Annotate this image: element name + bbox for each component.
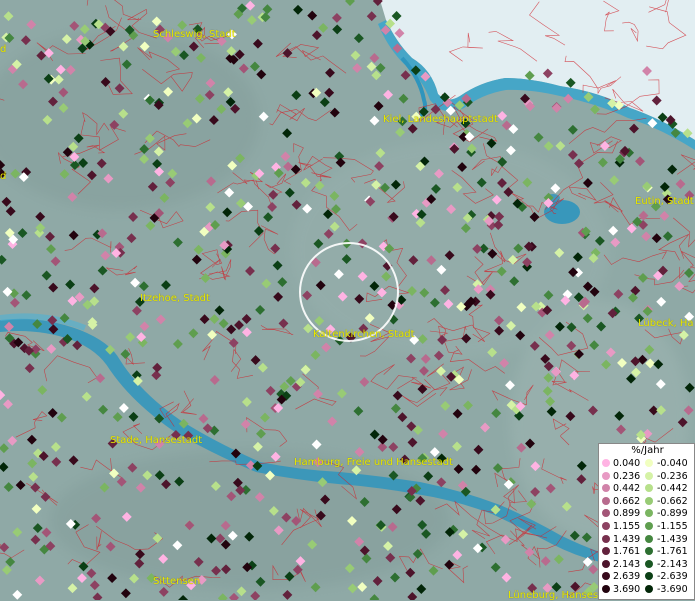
legend-row: 0.040 -0.040 xyxy=(599,458,695,469)
legend: %/Jahr 0.040 -0.040 0.236 -0.236 0.442 -0.442… xyxy=(598,443,695,600)
legend-row: 0.236 -0.236 xyxy=(599,471,695,482)
legend-value-positive: 0.236 xyxy=(613,470,641,482)
city-label: Schleswig, Stadt xyxy=(153,29,236,40)
legend-value-positive: 3.690 xyxy=(613,584,641,595)
legend-value-negative: -3.690 xyxy=(657,584,688,595)
legend-value-negative: -0.040 xyxy=(657,458,688,469)
city-label: d xyxy=(0,44,7,55)
legend-swatch-positive xyxy=(602,484,610,493)
legend-swatch-negative xyxy=(645,547,653,556)
legend-swatch-negative xyxy=(645,484,653,493)
legend-swatch-negative xyxy=(645,509,653,518)
legend-row: 3.690 -3.690 xyxy=(599,584,695,595)
legend-swatch-negative xyxy=(645,585,653,593)
city-label: Stade, Hansestadt xyxy=(110,435,203,446)
legend-swatch-negative xyxy=(645,496,653,505)
legend-swatch-positive xyxy=(602,547,610,556)
legend-value-positive: 0.040 xyxy=(613,458,641,469)
legend-swatch-positive xyxy=(602,572,610,581)
city-label: Lüneburg, Hanses xyxy=(508,590,599,601)
legend-value-negative: -2.639 xyxy=(657,571,688,583)
legend-value-positive: 1.761 xyxy=(613,546,641,558)
legend-swatch-positive xyxy=(602,522,610,530)
legend-value-positive: 1.439 xyxy=(613,533,641,545)
legend-value-positive: 0.442 xyxy=(613,483,641,495)
legend-value-positive: 1.155 xyxy=(613,521,641,532)
legend-value-positive: 2.143 xyxy=(613,558,641,570)
city-label: Lübeck, Ha xyxy=(638,318,694,329)
city-label: Sittensen xyxy=(153,576,201,587)
legend-value-negative: -2.143 xyxy=(657,558,688,570)
legend-value-negative: -0.662 xyxy=(657,495,688,507)
legend-value-negative: -1.761 xyxy=(657,546,688,558)
legend-swatch-positive xyxy=(602,459,610,467)
legend-row: 1.155 -1.155 xyxy=(599,521,695,532)
city-label: Hamburg, Freie und Hansestadt xyxy=(294,457,453,468)
legend-row: 0.662 -0.662 xyxy=(599,496,695,507)
legend-swatch-negative xyxy=(645,534,653,543)
legend-swatch-negative xyxy=(645,559,653,568)
legend-swatch-positive xyxy=(602,534,610,543)
city-label: Itzehoe, Stadt xyxy=(140,293,210,304)
legend-row: 2.143 -2.143 xyxy=(599,559,695,570)
city-label: d xyxy=(0,171,7,182)
legend-value-negative: -0.236 xyxy=(657,470,688,482)
legend-swatch-positive xyxy=(602,585,610,593)
city-label: Kiel, Landeshauptstadt xyxy=(383,114,498,125)
legend-row: 0.899 -0.899 xyxy=(599,508,695,519)
city-label: Kaltenkirchen, Stadt xyxy=(313,329,415,340)
legend-row: 2.639 -2.639 xyxy=(599,571,695,582)
legend-value-negative: -0.442 xyxy=(657,483,688,495)
legend-value-negative: -0.899 xyxy=(657,508,688,520)
legend-title: %/Jahr xyxy=(631,445,664,456)
legend-row: 0.442 -0.442 xyxy=(599,483,695,494)
legend-swatch-positive xyxy=(602,509,610,518)
legend-swatch-negative xyxy=(645,522,653,530)
legend-value-negative: -1.439 xyxy=(657,533,688,545)
legend-value-negative: -1.155 xyxy=(657,521,688,532)
legend-swatch-negative xyxy=(645,572,653,581)
legend-swatch-negative xyxy=(645,471,653,480)
legend-swatch-positive xyxy=(602,559,610,568)
legend-value-positive: 0.899 xyxy=(613,508,641,520)
legend-swatch-positive xyxy=(602,471,610,480)
legend-row: 1.439 -1.439 xyxy=(599,534,695,545)
legend-value-positive: 0.662 xyxy=(613,495,641,507)
legend-row: 1.761 -1.761 xyxy=(599,546,695,557)
city-label: Eutin, Stadt xyxy=(635,196,694,207)
legend-value-positive: 2.639 xyxy=(613,571,641,583)
map-canvas[interactable] xyxy=(0,0,695,600)
legend-swatch-negative xyxy=(645,459,653,467)
legend-swatch-positive xyxy=(602,496,610,505)
